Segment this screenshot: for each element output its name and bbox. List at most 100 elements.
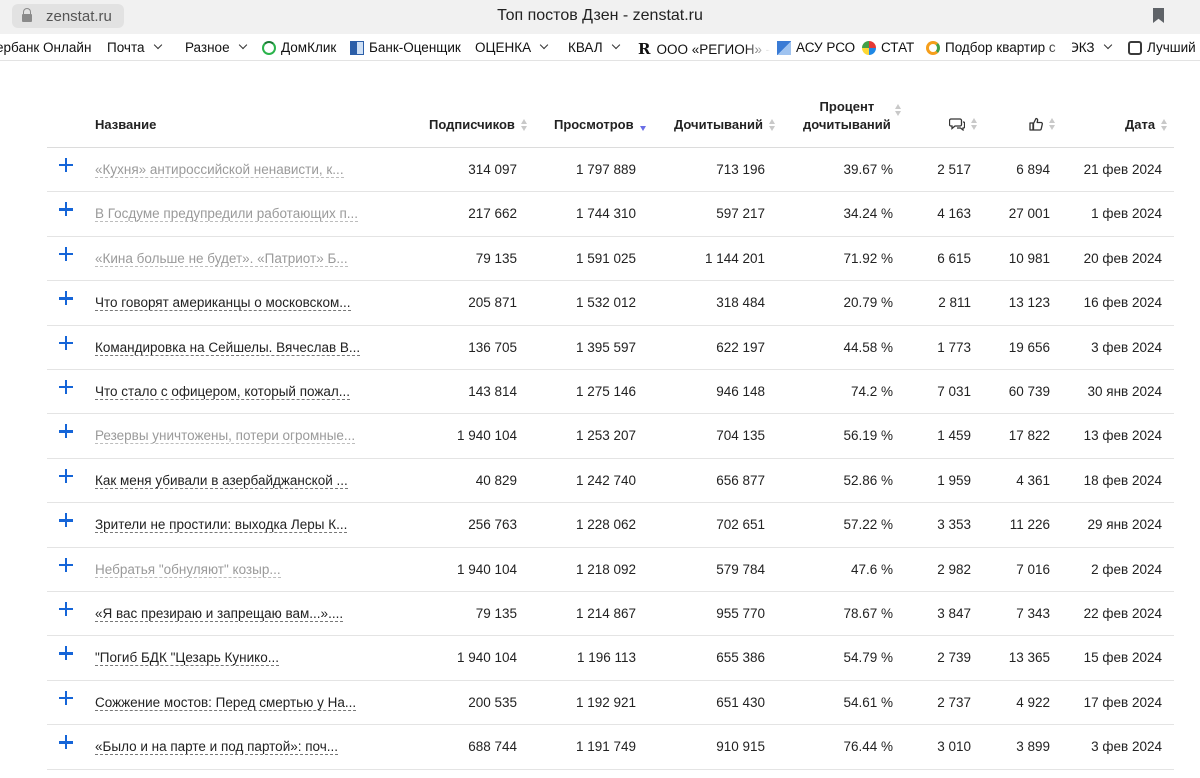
expand-plus-icon[interactable] xyxy=(59,291,73,306)
cell-date: 16 фев 2024 xyxy=(1083,295,1162,311)
post-title-link[interactable]: «Кина больше не будет». «Патриот» Б... xyxy=(95,251,348,267)
cell-comments: 2 737 xyxy=(937,694,971,710)
cell-subscribers: 205 871 xyxy=(468,295,517,311)
table-row: «Было и на парте и под партой»: поч... 68… xyxy=(47,725,1174,770)
cell-percent: 57.22 % xyxy=(843,517,893,533)
cell-subscribers: 40 829 xyxy=(475,472,517,488)
column-header-percent-label-2: дочитываний xyxy=(803,117,891,132)
column-header-name[interactable]: Название xyxy=(95,117,156,132)
column-header-reads[interactable]: Дочитываний xyxy=(674,117,776,132)
post-title-link[interactable]: "Погиб БДК "Цезарь Кунико... xyxy=(95,650,279,667)
cell-views: 1 797 889 xyxy=(575,162,636,177)
column-header-reads-label: Дочитываний xyxy=(674,117,763,132)
cell-views: 1 591 025 xyxy=(575,250,636,266)
expand-plus-icon[interactable] xyxy=(59,335,73,350)
bookmark-item[interactable]: Банк-Оценщик xyxy=(350,40,461,55)
column-header-likes[interactable] xyxy=(1029,117,1056,131)
cell-reads: 955 770 xyxy=(716,606,765,621)
bookmark-item[interactable]: ербанк Онлайн xyxy=(0,40,91,55)
cell-date: 30 янв 2024 xyxy=(1087,384,1163,399)
cell-views: 1 196 113 xyxy=(576,650,636,666)
bookmark-item[interactable]: Почта xyxy=(107,40,162,55)
expand-plus-icon[interactable] xyxy=(59,646,73,661)
bookmark-label: АСУ РСО xyxy=(796,40,856,55)
post-title-link[interactable]: Что говорят американцы о московском... xyxy=(95,295,351,312)
expand-plus-icon[interactable] xyxy=(59,380,73,394)
cell-reads: 651 430 xyxy=(716,694,765,710)
chevron-down-icon xyxy=(611,40,620,49)
post-title-link[interactable]: «Я вас презираю и запрещаю вам...».... xyxy=(95,606,344,622)
cell-percent: 56.19 % xyxy=(843,428,893,444)
cell-percent: 34.24 % xyxy=(843,206,893,222)
bookmark-item[interactable]: Подбор квартир с xyxy=(926,40,1056,55)
cell-reads: 704 135 xyxy=(716,428,765,444)
bookmark-item[interactable]: ЭКЗ xyxy=(1069,40,1112,55)
column-header-subscribers[interactable]: Подписчиков xyxy=(429,117,528,132)
table-row: Зрители не простили: выходка Леры К... 25… xyxy=(47,503,1174,548)
bookmark-item[interactable]: СТАТ xyxy=(862,40,914,55)
cell-comments: 4 163 xyxy=(937,206,971,222)
post-title-link[interactable]: «Было и на парте и под партой»: поч... xyxy=(95,739,339,756)
cell-comments: 3 847 xyxy=(937,606,971,621)
r-letter-icon: R xyxy=(638,40,651,58)
cell-percent: 52.86 % xyxy=(843,472,893,488)
cell-date: 13 фев 2024 xyxy=(1083,428,1162,444)
post-title-link[interactable]: В Госдуме предупредили работающих п... xyxy=(95,206,359,223)
cell-reads: 656 877 xyxy=(716,472,765,488)
expand-plus-icon[interactable] xyxy=(59,158,73,172)
column-header-date[interactable]: Дата xyxy=(1125,117,1168,132)
cell-percent: 47.6 % xyxy=(850,561,893,577)
expand-plus-icon[interactable] xyxy=(59,602,73,616)
expand-plus-icon[interactable] xyxy=(59,513,73,528)
expand-plus-icon[interactable] xyxy=(59,424,73,439)
column-header-percent[interactable]: Процент дочитываний xyxy=(803,98,902,134)
cell-views: 1 218 092 xyxy=(575,561,636,577)
cell-views: 1 275 146 xyxy=(575,384,636,399)
column-header-comments[interactable] xyxy=(949,117,978,131)
column-header-views[interactable]: Просмотров xyxy=(554,117,647,132)
sort-icon xyxy=(894,104,902,116)
cell-percent: 54.79 % xyxy=(843,650,893,666)
cell-date: 3 фев 2024 xyxy=(1091,339,1162,355)
bookmarks-bar: ербанк Онлайн Почта Разное ДомКлик Банк-Оцен… xyxy=(0,34,1200,61)
bookmark-item[interactable]: КВАЛ xyxy=(568,40,620,55)
bookmark-item[interactable]: ДомКлик xyxy=(262,40,336,55)
bookmark-label: Лучший xyxy=(1147,40,1196,55)
post-title-link[interactable]: «Кухня» антироссийской ненависти, к... xyxy=(95,162,344,178)
expand-plus-icon[interactable] xyxy=(59,246,73,261)
cell-subscribers: 136 705 xyxy=(468,339,517,355)
cell-likes: 10 981 xyxy=(1008,250,1050,266)
cell-percent: 39.67 % xyxy=(843,162,893,177)
cell-date: 17 фев 2024 xyxy=(1083,694,1162,710)
post-title-link[interactable]: Сожжение мостов: Перед смертью у На... xyxy=(95,695,357,711)
expand-plus-icon[interactable] xyxy=(59,557,73,572)
bookmark-item[interactable]: Разное xyxy=(185,40,247,55)
post-title-link[interactable]: Резервы уничтожены, потери огромные... xyxy=(95,428,356,445)
post-title-link[interactable]: Что стало с офицером, который пожал... xyxy=(95,384,351,400)
cell-likes: 13 123 xyxy=(1008,295,1050,311)
post-title-link[interactable]: Как меня убивали в азербайджанской ... xyxy=(95,473,348,489)
table-row: "Погиб БДК "Цезарь Кунико... 1 940 104 1 1… xyxy=(47,636,1174,681)
post-title-link[interactable]: Командировка на Сейшелы. Вячеслав В... xyxy=(95,340,361,356)
bookmark-item[interactable]: ОЦЕНКА xyxy=(475,40,549,55)
chevron-down-icon xyxy=(1103,40,1112,49)
bookmark-label: Подбор квартир с xyxy=(945,40,1056,55)
cell-date: 21 фев 2024 xyxy=(1083,162,1162,177)
post-title-link[interactable]: Небратья "обнуляют" козыр... xyxy=(95,562,281,578)
expand-plus-icon[interactable] xyxy=(59,735,73,750)
table-row: «Я вас презираю и запрещаю вам...».... 79… xyxy=(47,592,1174,637)
cell-comments: 2 982 xyxy=(937,561,971,577)
expand-plus-icon[interactable] xyxy=(59,690,73,705)
like-icon xyxy=(1029,117,1043,131)
table-row: В Госдуме предупредили работающих п... 21… xyxy=(47,192,1174,237)
expand-plus-icon[interactable] xyxy=(59,202,73,217)
bookmark-truncation-fade xyxy=(1046,34,1072,60)
comment-icon xyxy=(949,118,965,131)
bookmark-label: Банк-Оценщик xyxy=(369,40,461,55)
cell-comments: 2 517 xyxy=(937,162,971,177)
cell-likes: 7 016 xyxy=(1016,561,1050,577)
expand-plus-icon[interactable] xyxy=(59,468,73,483)
post-title-link[interactable]: Зрители не простили: выходка Леры К... xyxy=(95,517,348,534)
bookmark-item[interactable]: Лучший xyxy=(1128,40,1196,55)
bookmark-item[interactable]: АСУ РСО xyxy=(777,40,855,55)
